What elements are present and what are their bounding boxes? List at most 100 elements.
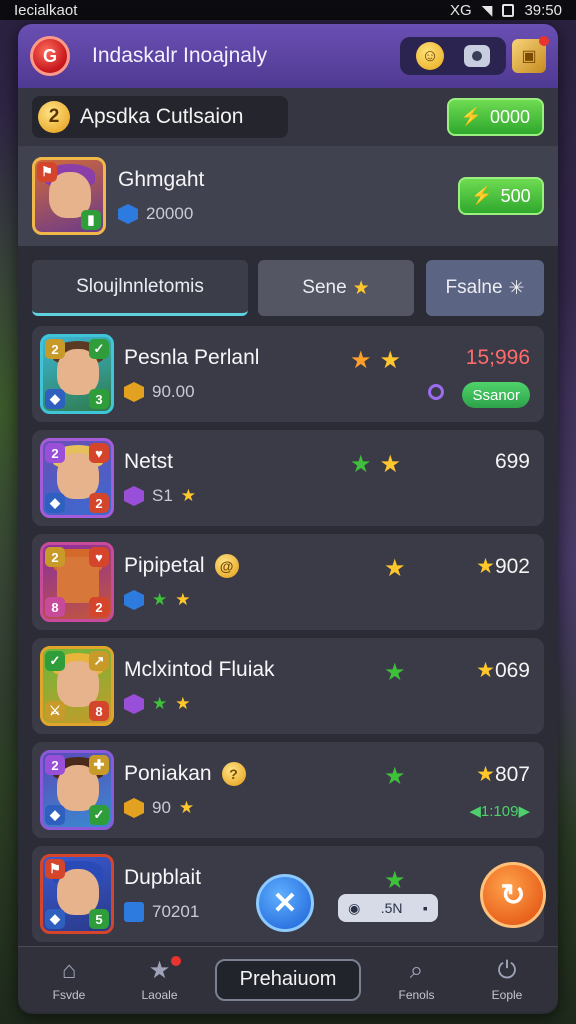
star-icon: ★ [384, 867, 414, 894]
entry-score: 15;996 [465, 346, 530, 369]
gift-icon[interactable]: ▣ [512, 36, 549, 73]
tab-fsalne[interactable]: Fsalne ✳ [426, 260, 544, 316]
entry-score: 069 [494, 659, 530, 682]
app-title: Indaskalr Inoajnaly [92, 44, 268, 67]
entry-avatar: 2 ✚ ◆ ✓ [40, 750, 114, 830]
player-button-value: 500 [500, 185, 531, 206]
list-item[interactable]: 2 ♥ 8 2 Pipipetal @ ★ ★ ★ ★902 [32, 534, 544, 630]
guild-currency-button[interactable]: ⚡ 0000 [446, 98, 544, 136]
guild-level-badge: 2 [38, 101, 70, 133]
bottom-nav: ⌂ Fsvde ★ Laoale Prehaiuom ⌕ Fenols ⏻ Eo… [18, 946, 558, 1012]
avatar-tag-icon: 2 [45, 755, 65, 775]
camera-icon[interactable] [464, 45, 490, 67]
star-icon: ★ [152, 694, 168, 713]
location-pin-icon [428, 384, 444, 400]
avatar-tag-icon: ✚ [89, 755, 109, 775]
star-icon: ★ [352, 277, 370, 299]
star-icon: ★ [152, 590, 168, 609]
entry-name: Mclxintod Fluiak [124, 658, 275, 681]
entry-name: Pipipetal [124, 554, 205, 577]
nav-search[interactable]: ⌕ Fenols [382, 957, 452, 1002]
star-icon: ★ [175, 694, 191, 713]
avatar-tag-icon: 8 [45, 597, 65, 617]
list-item[interactable]: 2 ✓ ◆ 3 Pesnla Perlanl 90.00 ★★ 15;996 S… [32, 326, 544, 422]
avatar-tag-icon: 2 [89, 493, 109, 513]
tab-sene[interactable]: Sene ★ [258, 260, 414, 316]
avatar-tag-icon: ◆ [45, 805, 65, 825]
list-item[interactable]: 2 ✚ ◆ ✓ Poniakan ? 90 ★ ★ ★807 ◀1:109▶ [32, 742, 544, 838]
status-badge[interactable]: Ssanor [462, 382, 530, 408]
entry-stars: ★ [384, 762, 414, 791]
network-label: XG [449, 1, 472, 19]
view-toggle[interactable]: ◉ .5N ▪ [338, 894, 438, 922]
entry-name-row: Pipipetal @ [124, 554, 532, 578]
entry-score: 807 [494, 763, 530, 786]
main-panel: G Indaskalr Inoajnaly ☺ ▣ 2 Apsdka Cutls… [18, 24, 558, 1014]
avatar-tag-icon: 2 [45, 547, 65, 567]
guild-badge[interactable]: 2 Apsdka Cutlsaion [32, 96, 288, 138]
wifi-icon: ◥ [481, 1, 493, 18]
avatar-tag-icon: ♥ [89, 547, 109, 567]
tab-leaderboard[interactable]: Sloujlnnletomis [32, 260, 248, 316]
gem-icon [124, 486, 144, 506]
nav-home[interactable]: ⌂ Fsvde [34, 957, 104, 1002]
star-icon: ★ [384, 763, 414, 790]
nav-profile[interactable]: ⏻ Eople [472, 956, 542, 1002]
entry-score-row: ★807 [476, 762, 530, 787]
entry-sub-value: S1 [152, 486, 173, 505]
entry-stars: ★★ [350, 450, 409, 479]
entry-info: Mclxintod Fluiak ★ ★ [124, 658, 532, 714]
emoji-icon[interactable]: ☺ [416, 42, 444, 70]
star-icon: ★ [175, 590, 191, 609]
tab-label: Fsalne [445, 277, 503, 298]
gem-icon [124, 590, 144, 610]
avatar-tag-icon: ✓ [45, 651, 65, 671]
player-name: Ghmgaht [118, 168, 205, 191]
leaderboard-list: 2 ✓ ◆ 3 Pesnla Perlanl 90.00 ★★ 15;996 S… [18, 316, 558, 942]
nav-label: Eople [491, 987, 523, 1002]
status-icons: XG ◥ 39:50 [450, 2, 562, 19]
star-icon: ★ [476, 763, 495, 786]
entry-avatar: 2 ♥ 8 2 [40, 542, 114, 622]
player-info: Ghmgaht 20000 [118, 168, 458, 224]
chest-icon [124, 382, 144, 402]
close-icon: ✕ [272, 886, 298, 920]
player-currency-button[interactable]: ⚡ 500 [458, 177, 544, 215]
star-icon: ★ [178, 798, 195, 817]
power-icon: ⏻ [497, 956, 517, 984]
avatar-tag-icon: 2 [45, 443, 65, 463]
player-avatar[interactable]: ⚑ ▮ [32, 157, 106, 235]
avatar-tag-icon: 3 [89, 389, 109, 409]
nav-label: Fsvde [52, 987, 86, 1002]
avatar-tag-icon: ⚑ [45, 859, 65, 879]
list-item[interactable]: 2 ♥ ◆ 2 Netst S1 ★ ★★ 699 [32, 430, 544, 526]
entry-sub: ★ ★ [124, 694, 532, 714]
refresh-button[interactable]: ↻ [480, 862, 546, 928]
tab-label: Sloujlnnletomis [76, 275, 204, 297]
entry-name: Netst [124, 450, 174, 473]
avatar-tag-icon: 8 [89, 701, 109, 721]
nav-label: Laoale [141, 987, 178, 1002]
avatar-tag-icon: ♥ [89, 443, 109, 463]
star-icon: ★ [384, 659, 414, 686]
premium-button[interactable]: Prehaiuom [215, 958, 361, 1001]
entry-sub: 70201 [124, 902, 532, 922]
avatar-tag-icon: ▮ [81, 210, 101, 230]
chest-icon [124, 798, 144, 818]
entry-stars: ★ [384, 554, 414, 583]
star-icon: ★ [350, 451, 380, 478]
entry-name-row: Poniakan ? [124, 762, 532, 786]
header-actions: ☺ [400, 37, 506, 75]
star-icon: ★ [384, 555, 414, 582]
list-item[interactable]: ✓ ↗ ⚔ 8 Mclxintod Fluiak ★ ★ ★ ★069 [32, 638, 544, 734]
avatar-tag-icon: ◆ [45, 389, 65, 409]
entry-avatar: ⚑ ◆ 5 [40, 854, 114, 934]
avatar-tag-icon: 2 [89, 597, 109, 617]
entry-info: Netst S1 ★ [124, 450, 532, 506]
nav-second[interactable]: ★ Laoale [125, 955, 195, 1002]
entry-score: 902 [494, 555, 530, 578]
star-icon: ★ [379, 451, 410, 478]
avatar-tag-icon: ✓ [89, 805, 109, 825]
close-button[interactable]: ✕ [256, 874, 314, 932]
entry-stars: ★ [384, 866, 414, 895]
